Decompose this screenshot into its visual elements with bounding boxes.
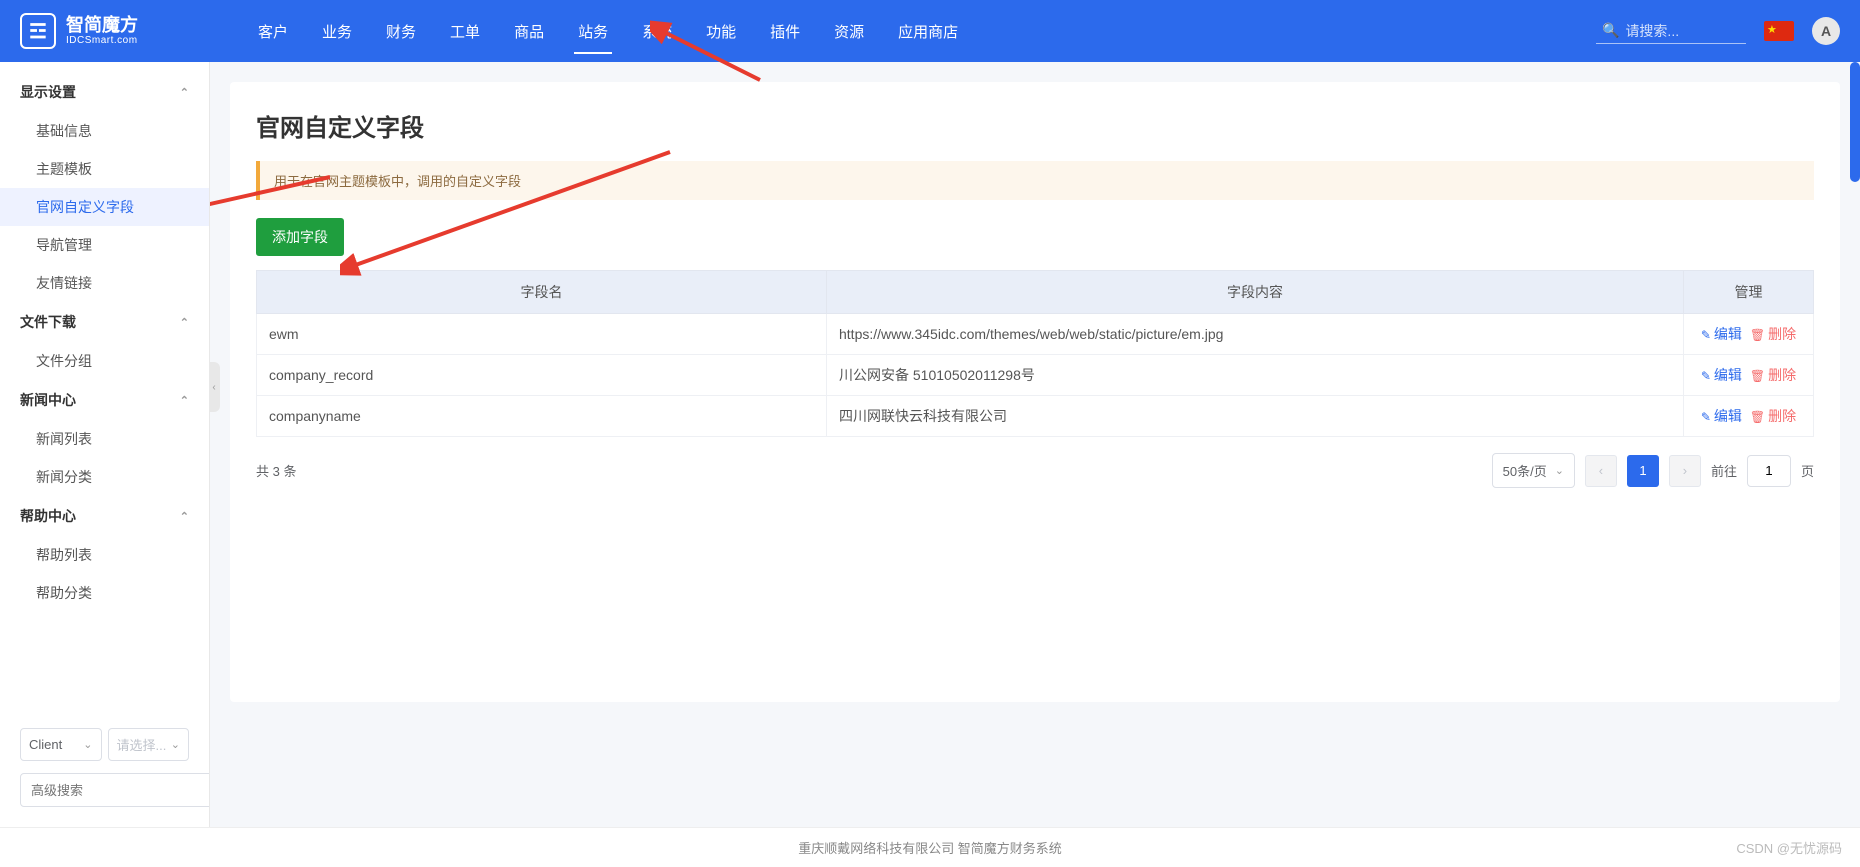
cell-field-content: 川公网安备 51010502011298号	[827, 355, 1684, 396]
sidebar-group-header[interactable]: 显示设置⌃	[0, 72, 209, 112]
edit-icon: ✎	[1701, 369, 1711, 383]
scrollbar[interactable]	[1850, 62, 1860, 182]
trash-icon: 🗑	[1750, 369, 1765, 383]
topnav-item[interactable]: 资源	[834, 1, 864, 62]
main-content: ‹ 官网自定义字段 用于在官网主题模板中，调用的自定义字段 添加字段 字段名 字…	[210, 62, 1860, 827]
topnav-item[interactable]: 财务	[386, 1, 416, 62]
sidebar-item[interactable]: 文件分组	[0, 342, 209, 380]
edit-icon: ✎	[1701, 410, 1711, 424]
goto-page-input[interactable]	[1747, 455, 1791, 487]
table-row: companyname四川网联快云科技有限公司 ✎编辑 🗑删除	[257, 396, 1814, 437]
sidebar-item[interactable]: 新闻列表	[0, 420, 209, 458]
delete-button[interactable]: 🗑删除	[1750, 408, 1796, 424]
table-row: ewmhttps://www.345idc.com/themes/web/web…	[257, 314, 1814, 355]
watermark: CSDN @无忧源码	[1736, 838, 1842, 857]
topnav-item[interactable]: 业务	[322, 1, 352, 62]
sidebar-group-header[interactable]: 新闻中心⌃	[0, 380, 209, 420]
locale-flag[interactable]	[1764, 21, 1794, 41]
topnav-item[interactable]: 工单	[450, 1, 480, 62]
trash-icon: 🗑	[1750, 410, 1765, 424]
sidebar-item[interactable]: 基础信息	[0, 112, 209, 150]
chevron-down-icon: ⌃	[180, 316, 189, 329]
logo[interactable]: ☲ 智简魔方 IDCSmart.com	[20, 13, 138, 49]
sidebar-item[interactable]: 帮助分类	[0, 574, 209, 612]
topnav-item[interactable]: 系统	[642, 1, 672, 62]
cell-field-name: ewm	[257, 314, 827, 355]
table-row: company_record川公网安备 51010502011298号 ✎编辑 🗑删…	[257, 355, 1814, 396]
search-icon: 🔍	[1602, 22, 1619, 39]
col-field-name: 字段名	[257, 271, 827, 314]
sidebar-item[interactable]: 主题模板	[0, 150, 209, 188]
topnav-item[interactable]: 站务	[578, 1, 608, 62]
page-title: 官网自定义字段	[256, 108, 1814, 143]
pagination: 共 3 条 50条/页⌄ ‹ 1 › 前往 页	[256, 453, 1814, 488]
footer: 重庆顺戴网络科技有限公司 智简魔方财务系统 CSDN @无忧源码	[0, 827, 1860, 867]
avatar[interactable]: A	[1812, 17, 1840, 45]
add-field-button[interactable]: 添加字段	[256, 218, 344, 256]
topnav-item[interactable]: 插件	[770, 1, 800, 62]
page-number-button[interactable]: 1	[1627, 455, 1659, 487]
edit-button[interactable]: ✎编辑	[1701, 408, 1742, 424]
cell-actions: ✎编辑 🗑删除	[1684, 355, 1814, 396]
sidebar-bottom: Client⌄ 请选择...⌄ 🔍	[0, 718, 209, 817]
topnav-item[interactable]: 客户	[258, 1, 288, 62]
cell-field-content: https://www.345idc.com/themes/web/web/st…	[827, 314, 1684, 355]
brand-cn: 智简魔方	[66, 16, 138, 36]
total-count: 共 3 条	[256, 461, 296, 480]
global-search[interactable]: 🔍	[1596, 18, 1746, 44]
sidebar-toggle[interactable]: ‹	[210, 362, 220, 412]
chevron-down-icon: ⌄	[171, 738, 180, 751]
chevron-down-icon: ⌃	[180, 394, 189, 407]
sidebar-item[interactable]: 新闻分类	[0, 458, 209, 496]
topnav-item[interactable]: 应用商店	[898, 1, 958, 62]
sidebar-group-header[interactable]: 文件下载⌃	[0, 302, 209, 342]
edit-button[interactable]: ✎编辑	[1701, 326, 1742, 342]
topnav-item[interactable]: 功能	[706, 1, 736, 62]
top-nav: 客户业务财务工单商品站务系统功能插件资源应用商店	[258, 1, 1596, 62]
chevron-down-icon: ⌃	[180, 86, 189, 99]
secondary-select[interactable]: 请选择...⌄	[108, 728, 190, 761]
sidebar-item[interactable]: 导航管理	[0, 226, 209, 264]
fields-table: 字段名 字段内容 管理 ewmhttps://www.345idc.com/th…	[256, 270, 1814, 437]
cell-field-name: company_record	[257, 355, 827, 396]
brand-en: IDCSmart.com	[66, 35, 138, 46]
col-actions: 管理	[1684, 271, 1814, 314]
advanced-search-input[interactable]	[20, 773, 210, 807]
cell-actions: ✎编辑 🗑删除	[1684, 396, 1814, 437]
search-input[interactable]	[1625, 23, 1740, 39]
sidebar-item[interactable]: 友情链接	[0, 264, 209, 302]
delete-button[interactable]: 🗑删除	[1750, 326, 1796, 342]
edit-button[interactable]: ✎编辑	[1701, 367, 1742, 383]
next-page-button[interactable]: ›	[1669, 455, 1701, 487]
chevron-down-icon: ⌄	[83, 738, 92, 751]
chevron-down-icon: ⌄	[1555, 464, 1564, 477]
logo-icon: ☲	[20, 13, 56, 49]
info-tip: 用于在官网主题模板中，调用的自定义字段	[256, 161, 1814, 200]
chevron-down-icon: ⌃	[180, 510, 189, 523]
sidebar: 显示设置⌃基础信息主题模板官网自定义字段导航管理友情链接文件下载⌃文件分组新闻中…	[0, 62, 210, 827]
topnav-item[interactable]: 商品	[514, 1, 544, 62]
cell-field-name: companyname	[257, 396, 827, 437]
cell-field-content: 四川网联快云科技有限公司	[827, 396, 1684, 437]
page-size-select[interactable]: 50条/页⌄	[1492, 453, 1575, 488]
sidebar-item[interactable]: 官网自定义字段	[0, 188, 209, 226]
top-header: ☲ 智简魔方 IDCSmart.com 客户业务财务工单商品站务系统功能插件资源…	[0, 0, 1860, 62]
trash-icon: 🗑	[1750, 328, 1765, 342]
delete-button[interactable]: 🗑删除	[1750, 367, 1796, 383]
cell-actions: ✎编辑 🗑删除	[1684, 314, 1814, 355]
goto-suffix: 页	[1801, 461, 1814, 480]
sidebar-group-header[interactable]: 帮助中心⌃	[0, 496, 209, 536]
prev-page-button[interactable]: ‹	[1585, 455, 1617, 487]
sidebar-item[interactable]: 帮助列表	[0, 536, 209, 574]
goto-prefix: 前往	[1711, 461, 1737, 480]
col-field-content: 字段内容	[827, 271, 1684, 314]
edit-icon: ✎	[1701, 328, 1711, 342]
client-select[interactable]: Client⌄	[20, 728, 102, 761]
